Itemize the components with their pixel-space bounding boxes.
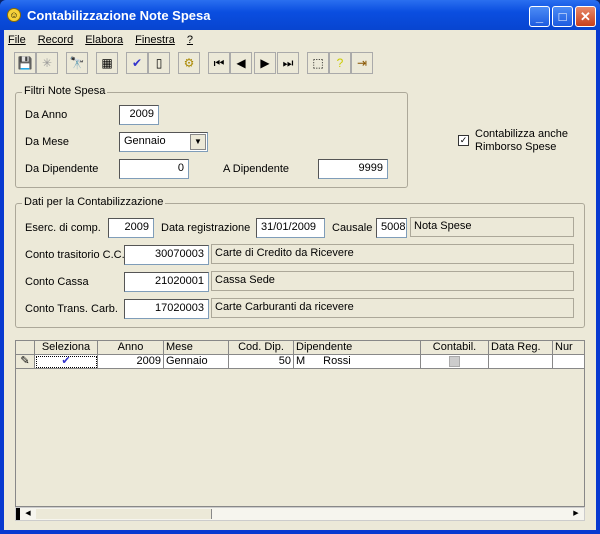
scroll-right-icon[interactable]: ▶ bbox=[570, 508, 582, 520]
table-row[interactable]: ✎ ✔ 2009 Gennaio 50 M Rossi bbox=[16, 355, 584, 369]
conto-carb-input[interactable]: 17020003 bbox=[124, 299, 209, 319]
cell-data-reg bbox=[489, 355, 553, 369]
dati-title: Dati per la Contabilizzazione bbox=[22, 196, 166, 208]
da-dipendente-label: Da Dipendente bbox=[25, 163, 99, 175]
eserc-input[interactable]: 2009 bbox=[108, 218, 154, 238]
menu-bar: File Record Elabora Finestra ? bbox=[8, 34, 193, 48]
da-anno-input[interactable]: 2009 bbox=[119, 105, 159, 125]
save-icon[interactable]: 💾 bbox=[14, 52, 36, 74]
scroll-marker bbox=[16, 508, 20, 520]
cell-mese: Gennaio bbox=[164, 355, 229, 369]
conto-cassa-label: Conto Cassa bbox=[25, 276, 89, 288]
first-record-icon[interactable]: ⏮ bbox=[208, 52, 230, 74]
conto-transitorio-input[interactable]: 30070003 bbox=[124, 245, 209, 265]
data-reg-label: Data registrazione bbox=[161, 222, 251, 234]
header-indicator bbox=[16, 341, 35, 355]
cancel-icon[interactable]: ✳ bbox=[36, 52, 58, 74]
a-dipendente-label: A Dipendente bbox=[223, 163, 290, 175]
header-contabil[interactable]: Contabil. bbox=[421, 341, 489, 355]
pencil-icon: ✎ bbox=[16, 355, 35, 369]
da-anno-label: Da Anno bbox=[25, 109, 68, 121]
seleziona-checkbox[interactable]: ✔ bbox=[35, 355, 98, 369]
conto-cassa-desc: Cassa Sede bbox=[211, 271, 574, 291]
causale-label: Causale bbox=[332, 222, 373, 234]
da-mese-select[interactable]: Gennaio ▼ bbox=[119, 132, 208, 152]
scroll-left-icon[interactable]: ◀ bbox=[22, 508, 34, 520]
header-cod-dip[interactable]: Cod. Dip. bbox=[229, 341, 294, 355]
da-mese-value: Gennaio bbox=[124, 135, 166, 147]
da-dipendente-input[interactable]: 0 bbox=[119, 159, 189, 179]
menu-elabora[interactable]: Elabora bbox=[85, 34, 123, 48]
da-mese-label: Da Mese bbox=[25, 136, 70, 148]
conto-cassa-input[interactable]: 21020001 bbox=[124, 272, 209, 292]
help-icon[interactable]: ? bbox=[329, 52, 351, 74]
conto-carb-desc: Carte Carburanti da ricevere bbox=[211, 298, 574, 318]
exit-icon[interactable]: ⇥ bbox=[351, 52, 373, 74]
header-dipendente[interactable]: Dipendente bbox=[294, 341, 421, 355]
menu-record[interactable]: Record bbox=[38, 34, 73, 48]
scroll-thumb[interactable] bbox=[36, 509, 212, 519]
next-record-icon[interactable]: ▶ bbox=[254, 52, 276, 74]
dipendente-name: Rossi bbox=[323, 355, 351, 367]
header-anno[interactable]: Anno bbox=[98, 341, 164, 355]
process-icon[interactable]: ⚙ bbox=[178, 52, 200, 74]
cell-cod-dip: 50 bbox=[229, 355, 294, 369]
conto-transitorio-label: Conto trasitorio C.C. bbox=[25, 249, 125, 261]
grid-header: Seleziona Anno Mese Cod. Dip. Dipendente… bbox=[16, 341, 584, 355]
maximize-button[interactable]: □ bbox=[552, 6, 573, 27]
rimborso-label-1: Contabilizza anche bbox=[475, 128, 568, 140]
eserc-label: Eserc. di comp. bbox=[25, 222, 101, 234]
conto-transitorio-desc: Carte di Credito da Ricevere bbox=[211, 244, 574, 264]
cell-numero bbox=[553, 355, 584, 369]
minimize-button[interactable]: _ bbox=[529, 6, 550, 27]
menu-help[interactable]: ? bbox=[187, 34, 193, 48]
cell-dipendente: M Rossi bbox=[294, 355, 421, 369]
deselect-icon[interactable]: ▯ bbox=[148, 52, 170, 74]
data-reg-input[interactable]: 31/01/2009 bbox=[256, 218, 325, 238]
prev-record-icon[interactable]: ◀ bbox=[230, 52, 252, 74]
horizontal-scrollbar[interactable]: ◀ ▶ bbox=[15, 507, 585, 521]
find-icon[interactable]: 🔭 bbox=[66, 52, 88, 74]
header-data-reg[interactable]: Data Reg. bbox=[489, 341, 553, 355]
last-record-icon[interactable]: ⏭ bbox=[277, 52, 299, 74]
cell-contabil bbox=[421, 355, 489, 369]
rimborso-label-2: Rimborso Spese bbox=[475, 141, 557, 153]
window: ☺ Contabilizzazione Note Spesa _ □ ✕ Fil… bbox=[0, 0, 600, 534]
window-title: Contabilizzazione Note Spesa bbox=[27, 8, 211, 23]
a-dipendente-input[interactable]: 9999 bbox=[318, 159, 388, 179]
contabil-checkbox[interactable] bbox=[449, 355, 460, 367]
note-spesa-grid: Seleziona Anno Mese Cod. Dip. Dipendente… bbox=[15, 340, 585, 507]
app-icon: ☺ bbox=[7, 8, 21, 22]
close-button[interactable]: ✕ bbox=[575, 6, 596, 27]
causale-desc: Nota Spese bbox=[410, 217, 574, 237]
header-numero[interactable]: Nur bbox=[553, 341, 584, 355]
grid-icon[interactable]: ▦ bbox=[96, 52, 118, 74]
causale-input[interactable]: 5008 bbox=[376, 218, 407, 238]
menu-file[interactable]: File bbox=[8, 34, 26, 48]
cell-anno: 2009 bbox=[98, 355, 164, 369]
conto-carb-label: Conto Trans. Carb. bbox=[25, 303, 118, 315]
dipendente-initial: M bbox=[296, 355, 306, 367]
chevron-down-icon[interactable]: ▼ bbox=[190, 134, 206, 150]
header-seleziona[interactable]: Seleziona bbox=[35, 341, 98, 355]
menu-finestra[interactable]: Finestra bbox=[135, 34, 175, 48]
header-mese[interactable]: Mese bbox=[164, 341, 229, 355]
select-all-icon[interactable]: ✔ bbox=[126, 52, 148, 74]
title-bar: ☺ Contabilizzazione Note Spesa _ □ ✕ bbox=[0, 0, 600, 30]
filters-title: Filtri Note Spesa bbox=[22, 85, 108, 97]
new-icon[interactable]: ⬚ bbox=[307, 52, 329, 74]
rimborso-checkbox[interactable]: ✓ bbox=[458, 135, 469, 146]
